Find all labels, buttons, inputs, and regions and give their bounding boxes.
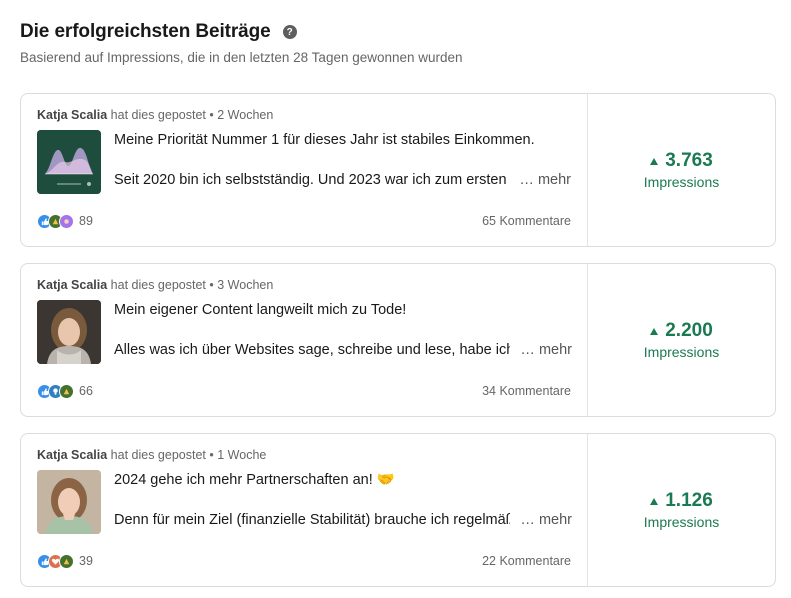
title-row: Die erfolgreichsten Beiträge ? (20, 18, 771, 46)
post-card[interactable]: Katja Scalia hat dies gepostet • 1 Woche (20, 433, 776, 587)
comments-count[interactable]: 65 Kommentare (482, 214, 571, 228)
reactions-summary[interactable]: 39 (37, 553, 93, 569)
trend-up-icon (650, 157, 659, 165)
posted-text: hat dies gepostet (110, 108, 206, 122)
impressions-label: Impressions (643, 514, 720, 530)
post-text-line2: Alles was ich über Websites sage, schrei… (114, 342, 511, 358)
post-author[interactable]: Katja Scalia (37, 278, 107, 292)
posted-text: hat dies gepostet (110, 278, 206, 292)
post-content[interactable]: Katja Scalia hat dies gepostet • 3 Woche… (21, 264, 588, 416)
post-text-line2: Denn für mein Ziel (finanzielle Stabilit… (114, 512, 511, 528)
reaction-count: 39 (79, 554, 93, 568)
celebrate-icon (59, 553, 74, 569)
page-subtitle: Basierend auf Impressions, die in den le… (20, 50, 463, 65)
celebrate-icon (59, 383, 74, 399)
post-card[interactable]: Katja Scalia hat dies gepostet • 2 Woche… (20, 93, 776, 247)
post-thumbnail-photo[interactable] (37, 300, 101, 364)
post-author[interactable]: Katja Scalia (37, 108, 107, 122)
impressions-value: 1.126 (665, 490, 713, 511)
more-link[interactable]: … mehr (520, 340, 572, 360)
impressions-stat: 1.126 Impressions (588, 434, 775, 586)
question-circle-icon[interactable]: ? (282, 25, 297, 39)
trend-up-icon (650, 497, 659, 505)
post-age: 3 Wochen (217, 278, 274, 292)
post-text-line1: Mein eigener Content langweilt mich zu T… (114, 302, 407, 318)
post-thumbnail-photo[interactable] (37, 470, 101, 534)
post-meta: Katja Scalia hat dies gepostet • 2 Woche… (37, 108, 571, 126)
impressions-value: 3.763 (665, 150, 713, 171)
post-meta: Katja Scalia hat dies gepostet • 1 Woche (37, 448, 571, 466)
posted-text: hat dies gepostet (110, 448, 206, 462)
comments-count[interactable]: 34 Kommentare (482, 384, 571, 398)
post-card[interactable]: Katja Scalia hat dies gepostet • 3 Woche… (20, 263, 776, 417)
post-age: 2 Wochen (217, 108, 274, 122)
post-age: 1 Woche (217, 448, 267, 462)
top-posts-list: Katja Scalia hat dies gepostet • 2 Woche… (20, 93, 776, 598)
impressions-label: Impressions (643, 174, 720, 190)
post-meta: Katja Scalia hat dies gepostet • 3 Woche… (37, 278, 571, 296)
reactions-summary[interactable]: 66 (37, 383, 93, 399)
trend-up-icon (650, 327, 659, 335)
reactions-summary[interactable]: 89 (37, 213, 93, 229)
reaction-count: 89 (79, 214, 93, 228)
meta-separator: • (209, 448, 214, 462)
more-link[interactable]: … mehr (519, 170, 571, 190)
impressions-value: 2.200 (665, 320, 713, 341)
post-thumbnail-chart-image[interactable] (37, 130, 101, 194)
more-link[interactable]: … mehr (520, 510, 572, 530)
reaction-count: 66 (79, 384, 93, 398)
meta-separator: • (209, 108, 214, 122)
support-icon (59, 213, 74, 229)
post-content[interactable]: Katja Scalia hat dies gepostet • 2 Woche… (21, 94, 588, 246)
post-text-line1: 2024 gehe ich mehr Partnerschaften an! 🤝 (114, 472, 395, 488)
comments-count[interactable]: 22 Kommentare (482, 554, 571, 568)
impressions-label: Impressions (643, 344, 720, 360)
post-text-line1: Meine Priorität Nummer 1 für dieses Jahr… (114, 132, 535, 148)
impressions-stat: 2.200 Impressions (588, 264, 775, 416)
post-content[interactable]: Katja Scalia hat dies gepostet • 1 Woche (21, 434, 588, 586)
post-text-line2: Seit 2020 bin ich selbstständig. Und 202… (114, 172, 507, 188)
section-header: Die erfolgreichsten Beiträge ? Basierend… (20, 18, 771, 65)
meta-separator: • (209, 278, 214, 292)
post-author[interactable]: Katja Scalia (37, 448, 107, 462)
impressions-stat: 3.763 Impressions (588, 94, 775, 246)
page-title: Die erfolgreichsten Beiträge (20, 21, 271, 42)
